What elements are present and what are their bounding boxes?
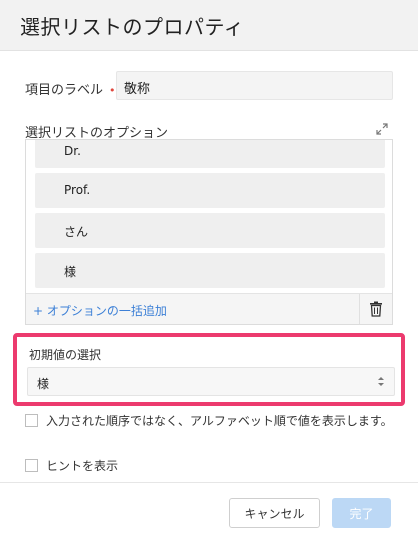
expand-icon[interactable] bbox=[375, 122, 389, 136]
bulk-add-link[interactable]: + オプションの一括追加 bbox=[33, 302, 167, 319]
default-value-label: 初期値の選択 bbox=[29, 348, 102, 362]
delete-option-button[interactable] bbox=[359, 294, 392, 324]
option-item[interactable]: Dr. bbox=[35, 140, 385, 168]
show-hint-label: ヒントを表示 bbox=[46, 459, 119, 473]
field-label-text: 項目のラベル bbox=[25, 83, 104, 98]
option-item[interactable]: 様 bbox=[35, 253, 385, 288]
required-mark: • bbox=[109, 84, 116, 97]
options-list: Dr. Prof. さん 様 + オプションの一括追加 bbox=[25, 139, 393, 325]
alphabetical-order-option[interactable]: 入力された順序ではなく、アルファベット順で値を表示します。 bbox=[25, 412, 393, 429]
select-caret-icon bbox=[378, 377, 384, 386]
alphabetical-order-checkbox[interactable] bbox=[25, 414, 38, 427]
option-item[interactable]: さん bbox=[35, 213, 385, 248]
options-footer: + オプションの一括追加 bbox=[26, 293, 392, 324]
option-item[interactable]: Prof. bbox=[35, 173, 385, 208]
cancel-button[interactable]: キャンセル bbox=[229, 498, 320, 528]
default-value-section: 初期値の選択 様 bbox=[13, 333, 405, 406]
default-value-select[interactable]: 様 bbox=[27, 367, 395, 396]
trash-icon bbox=[370, 301, 382, 317]
alphabetical-order-label: 入力された順序ではなく、アルファベット順で値を表示します。 bbox=[46, 414, 393, 428]
dialog-footer: キャンセル 完了 bbox=[0, 482, 418, 538]
field-label-label: 項目のラベル • bbox=[25, 79, 116, 98]
show-hint-checkbox[interactable] bbox=[25, 459, 38, 472]
field-label-input[interactable]: 敬称 bbox=[116, 71, 393, 100]
dialog-title: 選択リストのプロパティ bbox=[20, 15, 245, 39]
dialog-header: 選択リストのプロパティ bbox=[0, 0, 418, 51]
show-hint-option[interactable]: ヒントを表示 bbox=[25, 457, 118, 474]
done-button[interactable]: 完了 bbox=[332, 498, 391, 528]
default-value-selected: 様 bbox=[37, 377, 50, 391]
